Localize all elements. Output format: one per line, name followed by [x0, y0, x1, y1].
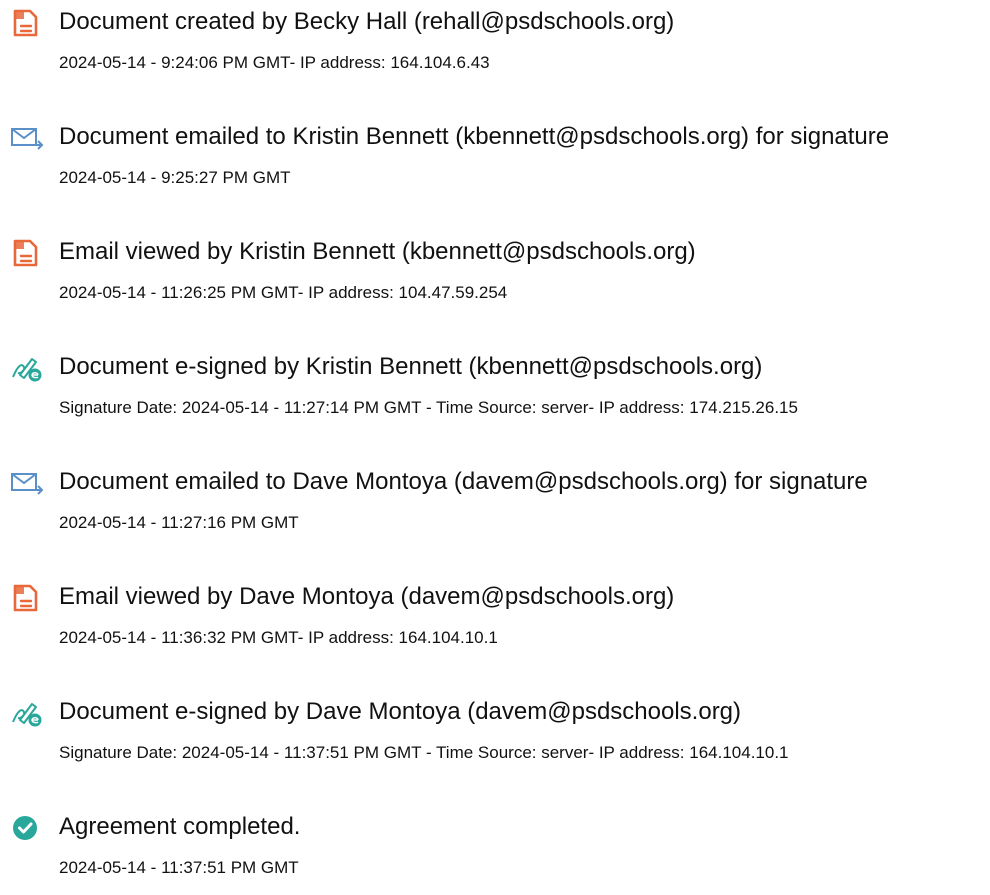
event-detail: 2024-05-14 - 11:26:25 PM GMT- IP address… — [59, 283, 508, 302]
event-title: Document created by Becky Hall (rehall@p… — [59, 8, 675, 35]
email-sent-icon — [10, 123, 44, 153]
signature-icon — [10, 698, 44, 728]
event-agreement-completed: Agreement completed. 2024-05-14 - 11:37:… — [0, 805, 990, 895]
event-detail: 2024-05-14 - 11:37:51 PM GMT — [59, 858, 299, 877]
event-detail: 2024-05-14 - 9:25:27 PM GMT — [59, 168, 291, 187]
event-detail: Signature Date: 2024-05-14 - 11:37:51 PM… — [59, 743, 789, 762]
event-title: Email viewed by Dave Montoya (davem@psds… — [59, 583, 675, 610]
event-email-sent: Document emailed to Kristin Bennett (kbe… — [0, 115, 990, 205]
document-icon — [10, 8, 44, 38]
event-email-viewed: Email viewed by Dave Montoya (davem@psds… — [0, 575, 990, 665]
event-document-created: Document created by Becky Hall (rehall@p… — [0, 0, 990, 90]
document-icon — [10, 238, 44, 268]
event-detail: 2024-05-14 - 9:24:06 PM GMT- IP address:… — [59, 53, 490, 72]
event-title: Email viewed by Kristin Bennett (kbennet… — [59, 238, 696, 265]
signature-icon — [10, 353, 44, 383]
event-detail: Signature Date: 2024-05-14 - 11:27:14 PM… — [59, 398, 798, 417]
event-document-signed: Document e-signed by Dave Montoya (davem… — [0, 690, 990, 780]
event-email-sent: Document emailed to Dave Montoya (davem@… — [0, 460, 990, 550]
event-email-viewed: Email viewed by Kristin Bennett (kbennet… — [0, 230, 990, 320]
event-title: Document e-signed by Kristin Bennett (kb… — [59, 353, 763, 380]
event-detail: 2024-05-14 - 11:36:32 PM GMT- IP address… — [59, 628, 498, 647]
event-title: Agreement completed. — [59, 813, 301, 840]
email-sent-icon — [10, 468, 44, 498]
check-circle-icon — [10, 813, 44, 843]
event-detail: 2024-05-14 - 11:27:16 PM GMT — [59, 513, 299, 532]
document-icon — [10, 583, 44, 613]
event-title: Document emailed to Dave Montoya (davem@… — [59, 468, 868, 495]
event-document-signed: Document e-signed by Kristin Bennett (kb… — [0, 345, 990, 435]
event-title: Document e-signed by Dave Montoya (davem… — [59, 698, 742, 725]
event-title: Document emailed to Kristin Bennett (kbe… — [59, 123, 890, 150]
